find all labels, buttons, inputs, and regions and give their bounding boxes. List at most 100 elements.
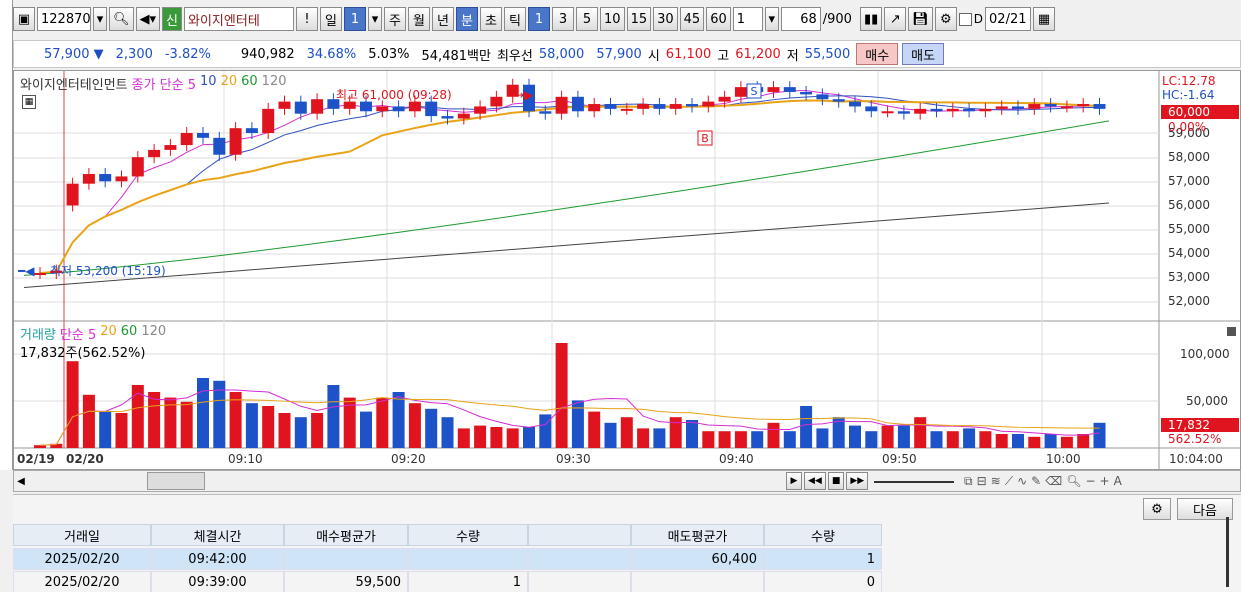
- volume-bar: [99, 411, 112, 448]
- play-icon[interactable]: ▶: [786, 472, 802, 490]
- col-buy-avg[interactable]: 매수평균가: [284, 524, 408, 546]
- alert-button[interactable]: !: [296, 7, 319, 31]
- interval-60-button[interactable]: 60: [706, 7, 731, 31]
- interval-10-button[interactable]: 10: [600, 7, 625, 31]
- candle: [767, 87, 780, 92]
- zoom-slider[interactable]: [874, 481, 954, 483]
- a-icon[interactable]: A: [1114, 474, 1122, 489]
- interval-3-button[interactable]: 3: [552, 7, 575, 31]
- vol-panel-close-icon[interactable]: [1227, 327, 1236, 336]
- price-tick-label: 53,000: [1168, 270, 1210, 284]
- time-label-current: 10:04:00: [1169, 452, 1223, 466]
- compare-icon[interactable]: ≋: [991, 474, 1001, 489]
- date-input[interactable]: 02/21: [985, 7, 1032, 31]
- legend-ma10[interactable]: 10: [200, 74, 217, 93]
- date-checkbox[interactable]: [958, 12, 972, 26]
- magnifier-icon[interactable]: 🔍︎: [1066, 474, 1081, 489]
- stock-code-input[interactable]: 122870: [37, 7, 91, 31]
- interval-15-button[interactable]: 15: [626, 7, 652, 31]
- candle: [637, 104, 650, 109]
- zoom-out-icon[interactable]: −: [1085, 474, 1095, 489]
- erase-icon[interactable]: ⌫: [1045, 474, 1062, 489]
- col-buy-qty[interactable]: 수량: [408, 524, 528, 546]
- legend-vol-ma60[interactable]: 60: [121, 324, 138, 343]
- trendline-icon[interactable]: ⟋: [1005, 474, 1013, 489]
- chart-scrollbar[interactable]: ◀ ▶ ◀◀ ■ ▶▶ ⧉ ⊟ ≋ ⟋ ∿ ✎ ⌫ 🔍︎ − + A: [13, 470, 1241, 492]
- sell-button[interactable]: 매도: [902, 43, 945, 65]
- chart-canvas[interactable]: S B 최고 61,000 (09:28) →▶ ━◀ 최저 53,200 (1…: [14, 71, 1241, 471]
- legend-ma60[interactable]: 60: [241, 74, 258, 93]
- volume-bar: [34, 445, 46, 448]
- legend-vol-ma120[interactable]: 120: [141, 324, 166, 343]
- candle: [702, 101, 715, 107]
- candle: [360, 101, 372, 112]
- col-sell-qty[interactable]: 수량: [764, 524, 882, 546]
- table-row[interactable]: 2025/02/20 09:39:00 59,500 1 0: [13, 571, 882, 592]
- col-sell-avg[interactable]: 매도평균가: [631, 524, 764, 546]
- count-input[interactable]: 68: [780, 7, 821, 31]
- candle-type-icon[interactable]: ▮▮: [859, 7, 883, 31]
- period-second-button[interactable]: 초: [480, 7, 503, 31]
- interval-dropdown-icon[interactable]: ▾: [764, 7, 779, 31]
- legend-ma120[interactable]: 120: [262, 74, 287, 93]
- zoom-in-icon[interactable]: +: [1100, 474, 1110, 489]
- volume-bar: [180, 401, 193, 448]
- search-icon[interactable]: 🔍︎: [109, 7, 134, 31]
- col-trade-date[interactable]: 거래일: [13, 524, 151, 546]
- speaker-icon[interactable]: ◀▾: [135, 7, 161, 31]
- period-dropdown-icon[interactable]: ▾: [368, 7, 383, 31]
- code-dropdown-icon[interactable]: ▾: [93, 7, 107, 31]
- vol-tick-50k: 50,000: [1186, 394, 1228, 408]
- candle: [278, 101, 291, 109]
- save-icon[interactable]: 💾︎: [908, 7, 933, 31]
- period-day-button[interactable]: 일: [320, 7, 343, 31]
- forward-icon[interactable]: ▶▶: [846, 472, 869, 490]
- interval-input[interactable]: 1: [732, 7, 763, 31]
- panel-settings-gear-icon[interactable]: ⚙: [1143, 498, 1171, 520]
- scroll-left-icon[interactable]: ◀: [14, 476, 28, 487]
- interval-45-button[interactable]: 45: [679, 7, 705, 31]
- wave-icon[interactable]: ∿: [1017, 474, 1027, 489]
- period-year-button[interactable]: 년: [432, 7, 455, 31]
- table-view-icon[interactable]: ▦: [22, 95, 36, 109]
- buy-button[interactable]: 매수: [856, 43, 899, 65]
- hc-label: HC:-1.64: [1162, 88, 1215, 102]
- candle: [783, 87, 796, 92]
- period-tick-button[interactable]: 틱: [504, 7, 527, 31]
- split-icon[interactable]: ⊟: [977, 474, 987, 489]
- next-button[interactable]: 다음: [1177, 498, 1233, 520]
- interval-1-button[interactable]: 1: [528, 7, 551, 31]
- layout-icon[interactable]: ▣: [13, 7, 35, 31]
- window-icon[interactable]: ⧉: [964, 474, 973, 489]
- candle: [490, 96, 503, 107]
- stock-name-field[interactable]: 와이지엔터테: [184, 7, 295, 31]
- interval-5-button[interactable]: 5: [576, 7, 599, 31]
- panel-scrollbar[interactable]: [1226, 517, 1229, 587]
- candle: [897, 111, 910, 114]
- period-week-button[interactable]: 주: [384, 7, 407, 31]
- rewind-icon[interactable]: ◀◀: [804, 472, 826, 490]
- volume-bar: [197, 378, 209, 448]
- candle: [946, 108, 959, 112]
- indicator-icon[interactable]: ↗: [884, 7, 907, 31]
- settings-gear-icon[interactable]: ⚙: [934, 7, 957, 31]
- volume-bar: [995, 434, 1008, 448]
- calendar-icon[interactable]: ▦: [1033, 7, 1056, 31]
- period-num-button[interactable]: 1: [344, 7, 367, 31]
- volume-bar: [849, 425, 861, 448]
- period-minute-button[interactable]: 분: [456, 7, 479, 31]
- legend-volume[interactable]: 거래량: [20, 324, 56, 343]
- period-month-button[interactable]: 월: [408, 7, 431, 31]
- col-exec-time[interactable]: 체결시간: [151, 524, 284, 546]
- interval-30-button[interactable]: 30: [653, 7, 678, 31]
- legend-vol-ma20[interactable]: 20: [100, 324, 117, 343]
- stop-icon[interactable]: ■: [827, 472, 845, 490]
- legend-ma20[interactable]: 20: [221, 74, 238, 93]
- legend-vol-ma5[interactable]: 단순 5: [60, 324, 96, 343]
- chart-area[interactable]: S B 최고 61,000 (09:28) →▶ ━◀ 최저 53,200 (1…: [13, 70, 1241, 471]
- legend-ma5[interactable]: 종가 단순 5: [132, 74, 196, 93]
- pen-icon[interactable]: ✎: [1031, 474, 1041, 489]
- scroll-thumb[interactable]: [147, 472, 205, 490]
- table-row[interactable]: 2025/02/20 09:42:00 60,400 1: [13, 548, 882, 570]
- best-label: 최우선: [496, 48, 533, 64]
